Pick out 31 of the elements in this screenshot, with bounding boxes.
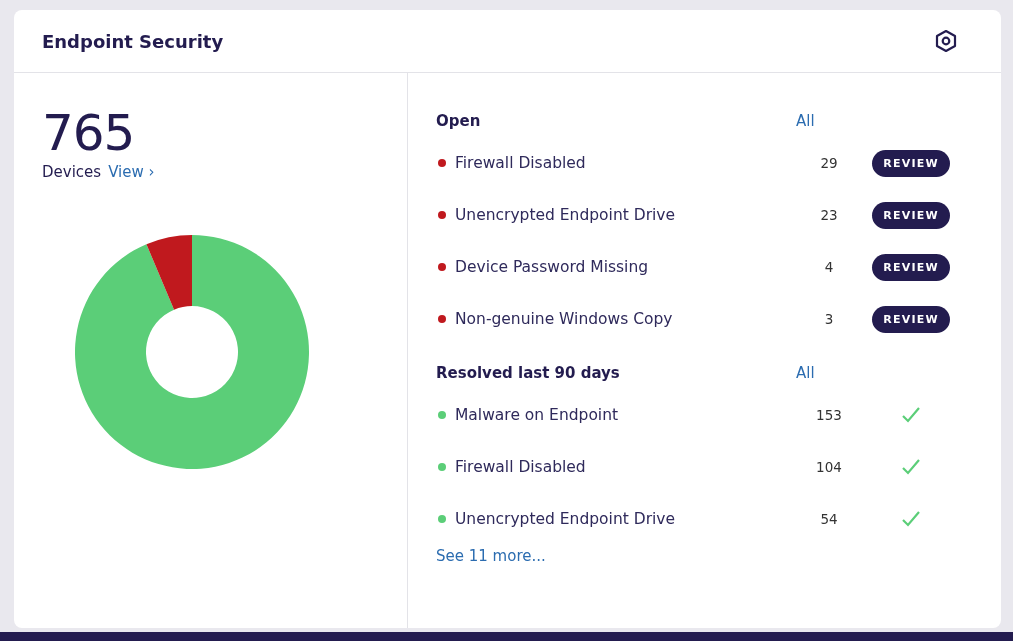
- view-link[interactable]: View ›: [108, 163, 155, 181]
- review-button[interactable]: REVIEW: [872, 201, 950, 229]
- issue-label: Unencrypted Endpoint Drive: [455, 510, 677, 528]
- card-title: Endpoint Security: [42, 30, 224, 52]
- check-icon: [901, 510, 921, 528]
- review-button[interactable]: REVIEW: [872, 305, 950, 333]
- issue-count: 23: [820, 207, 838, 223]
- issue-label: Non-genuine Windows Copy: [455, 310, 674, 328]
- check-icon: [901, 406, 921, 424]
- all-link[interactable]: All: [796, 112, 826, 130]
- settings-icon[interactable]: [935, 29, 957, 53]
- issue-label: Malware on Endpoint: [455, 406, 620, 424]
- review-button[interactable]: REVIEW: [872, 149, 950, 177]
- issue-label: Firewall Disabled: [455, 458, 587, 476]
- device-count: 765: [42, 105, 136, 161]
- issue-count: 104: [816, 459, 842, 475]
- section-title: Resolved last 90 days: [436, 364, 621, 382]
- see-more-link[interactable]: See 11 more...: [436, 547, 546, 565]
- all-link[interactable]: All: [796, 364, 826, 382]
- issue-count: 29: [820, 155, 838, 171]
- issue-count: 3: [824, 311, 834, 327]
- devices-label: Devices: [42, 163, 102, 181]
- issue-label: Device Password Missing: [455, 258, 650, 276]
- issue-label: Unencrypted Endpoint Drive: [455, 206, 677, 224]
- review-button[interactable]: REVIEW: [872, 253, 950, 281]
- check-icon: [901, 458, 921, 476]
- issue-count: 4: [824, 259, 834, 275]
- section-title: Open: [436, 112, 482, 130]
- issue-label: Firewall Disabled: [455, 154, 587, 172]
- issue-count: 153: [816, 407, 842, 423]
- issue-count: 54: [820, 511, 838, 527]
